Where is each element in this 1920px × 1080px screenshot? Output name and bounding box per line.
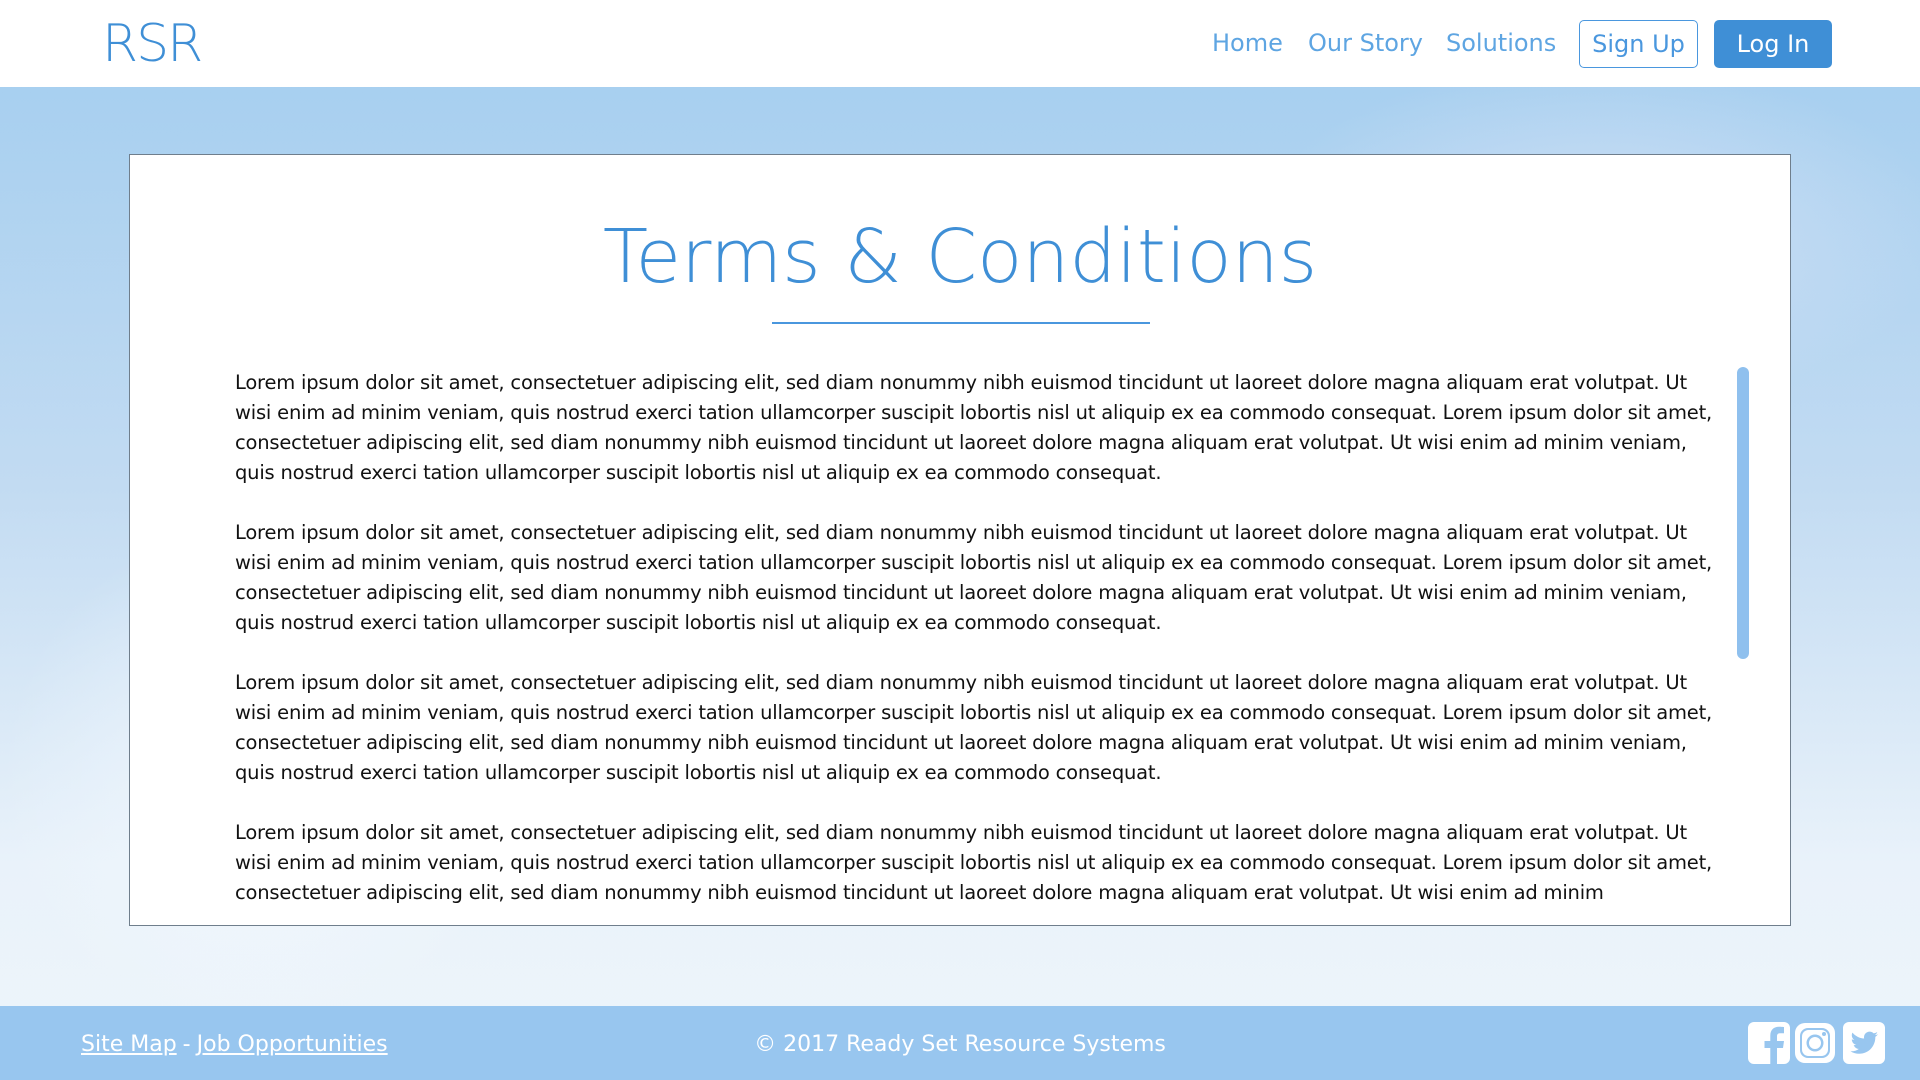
title-divider: [772, 322, 1150, 324]
site-map-link[interactable]: Site Map: [81, 1032, 177, 1057]
job-opportunities-link[interactable]: Job Opportunities: [197, 1032, 388, 1057]
site-header: RSR Home Our Story Solutions Sign Up Log…: [0, 0, 1920, 87]
rsr-logo[interactable]: RSR: [102, 14, 203, 74]
terms-card: Terms & Conditions Lorem ipsum dolor sit…: [129, 154, 1791, 926]
facebook-icon[interactable]: [1747, 1021, 1791, 1065]
log-in-label: Log In: [1736, 30, 1810, 58]
terms-paragraph: Lorem ipsum dolor sit amet, consectetuer…: [235, 521, 1713, 634]
sign-up-button[interactable]: Sign Up: [1579, 20, 1698, 68]
nav-solutions[interactable]: Solutions: [1446, 27, 1556, 59]
terms-paragraph: Lorem ipsum dolor sit amet, consectetuer…: [235, 371, 1713, 484]
instagram-icon[interactable]: [1793, 1021, 1837, 1065]
terms-paragraph: Lorem ipsum dolor sit amet, consectetuer…: [235, 821, 1713, 904]
sign-up-label: Sign Up: [1592, 30, 1685, 58]
nav-our-story[interactable]: Our Story: [1308, 27, 1423, 59]
footer-separator: -: [182, 1032, 191, 1057]
terms-content[interactable]: Lorem ipsum dolor sit amet, consectetuer…: [235, 368, 1720, 925]
terms-paragraph: Lorem ipsum dolor sit amet, consectetuer…: [235, 671, 1713, 784]
content-scrollbar[interactable]: [1737, 367, 1749, 897]
site-footer: Site Map - Job Opportunities © 2017 Ready …: [0, 1006, 1920, 1080]
footer-links: Site Map - Job Opportunities: [81, 1030, 388, 1060]
scrollbar-thumb[interactable]: [1737, 367, 1749, 659]
nav-home[interactable]: Home: [1212, 27, 1283, 59]
twitter-icon[interactable]: [1842, 1021, 1886, 1065]
log-in-button[interactable]: Log In: [1714, 20, 1832, 68]
page-title: Terms & Conditions: [602, 214, 1318, 300]
